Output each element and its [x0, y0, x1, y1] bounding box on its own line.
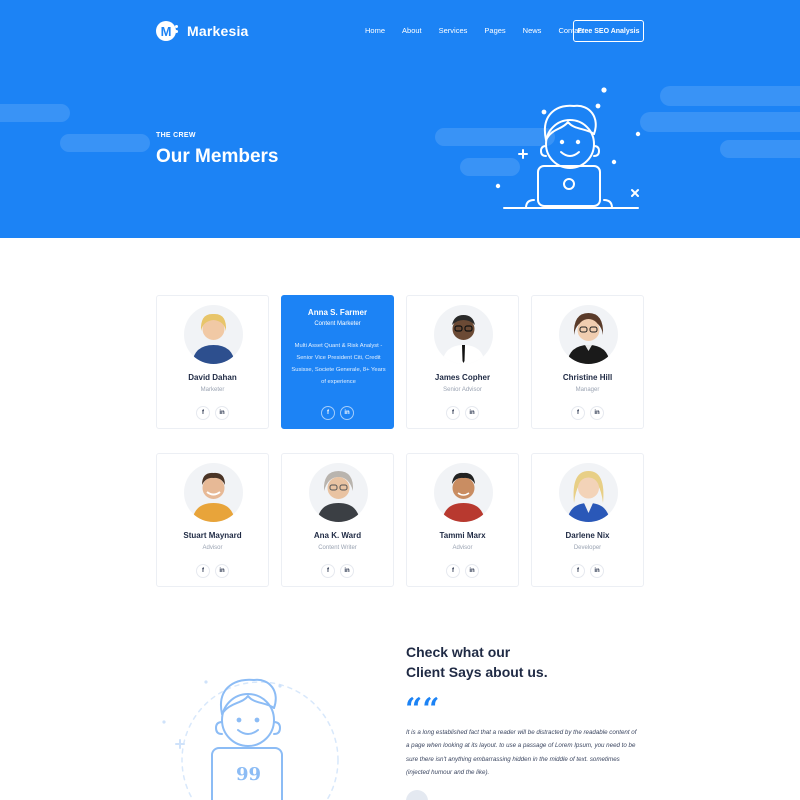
member-card[interactable]: Ana K. Ward Content Writer f in	[281, 453, 394, 587]
member-card[interactable]: Darlene Nix Developer f in	[531, 453, 644, 587]
developer-illustration-icon	[495, 87, 641, 209]
avatar	[406, 790, 428, 800]
nav-pages[interactable]: Pages	[484, 26, 505, 35]
facebook-icon[interactable]: f	[321, 564, 335, 578]
member-name: Christine Hill	[562, 373, 613, 382]
facebook-icon[interactable]: f	[571, 564, 585, 578]
linkedin-icon[interactable]: in	[590, 406, 604, 420]
member-role: Advisor	[452, 545, 473, 551]
linkedin-icon[interactable]: in	[340, 564, 354, 578]
member-card[interactable]: David Dahan Marketer f in	[156, 295, 269, 429]
facebook-icon[interactable]: f	[446, 406, 460, 420]
member-name: Anna S. Farmer	[307, 308, 368, 317]
nav-about[interactable]: About	[402, 26, 422, 35]
member-name: Darlene Nix	[565, 531, 610, 540]
member-role: Manager	[575, 387, 600, 393]
linkedin-icon[interactable]: in	[590, 564, 604, 578]
testimonial-text: It is a long established fact that a rea…	[406, 729, 637, 776]
cloud-decoration	[660, 86, 800, 106]
member-name: Tammi Marx	[439, 531, 486, 540]
facebook-icon[interactable]: f	[571, 406, 585, 420]
member-card[interactable]: Stuart Maynard Advisor f in	[156, 453, 269, 587]
facebook-icon[interactable]: f	[196, 406, 210, 420]
cloud-decoration	[640, 112, 800, 132]
nav-services[interactable]: Services	[439, 26, 468, 35]
facebook-icon[interactable]: f	[196, 564, 210, 578]
avatar	[434, 463, 493, 522]
nav-home[interactable]: Home	[365, 26, 385, 35]
cloud-decoration	[0, 104, 70, 122]
avatar	[559, 305, 618, 364]
avatar	[559, 463, 618, 522]
linkedin-icon[interactable]: in	[465, 564, 479, 578]
member-name: David Dahan	[188, 373, 237, 382]
hero-banner: M Markesia Home About Services Pages New…	[0, 0, 800, 238]
avatar	[184, 305, 243, 364]
logo-icon: M	[156, 21, 178, 41]
linkedin-icon[interactable]: in	[215, 406, 229, 420]
member-role: Senior Advisor	[443, 387, 482, 393]
member-role: Content Marketer	[314, 321, 361, 327]
facebook-icon[interactable]: f	[446, 564, 460, 578]
linkedin-icon[interactable]: in	[340, 406, 354, 420]
member-card-active[interactable]: Anna S. Farmer Content Marketer Multi As…	[281, 295, 394, 429]
member-name: James Copher	[434, 373, 491, 382]
client-illustration-icon: 99	[162, 678, 339, 800]
member-bio: Multi Asset Quant & Risk Analyst - Senio…	[291, 343, 386, 385]
cloud-decoration	[720, 140, 800, 158]
member-role: Content Writer	[318, 545, 357, 551]
hero-eyebrow: THE CREW	[156, 132, 196, 139]
member-card[interactable]: Christine Hill Manager f in	[531, 295, 644, 429]
member-name: Ana K. Ward	[313, 531, 362, 540]
member-role: Advisor	[202, 545, 223, 551]
member-card[interactable]: Tammi Marx Advisor f in	[406, 453, 519, 587]
page-title: Our Members	[156, 146, 279, 167]
free-seo-analysis-button[interactable]: Free SEO Analysis	[573, 20, 644, 42]
member-role: Marketer	[200, 387, 225, 393]
facebook-icon[interactable]: f	[321, 406, 335, 420]
testimonial-heading: Check what our Client Says about us.	[406, 644, 548, 680]
avatar	[309, 463, 368, 522]
cloud-decoration	[60, 134, 150, 152]
avatar	[434, 305, 493, 364]
top-navigation: M Markesia Home About Services Pages New…	[0, 0, 800, 62]
quote-icon: ““	[405, 692, 440, 727]
brand-name: Markesia	[187, 23, 249, 39]
member-role: Developer	[573, 545, 602, 551]
avatar	[184, 463, 243, 522]
linkedin-icon[interactable]: in	[215, 564, 229, 578]
member-name: Stuart Maynard	[183, 531, 242, 540]
member-card[interactable]: James Copher Senior Advisor f in	[406, 295, 519, 429]
nav-news[interactable]: News	[523, 26, 542, 35]
main-menu: Home About Services Pages News Contact	[365, 26, 601, 35]
brand-logo[interactable]: M Markesia	[156, 21, 249, 41]
svg-text:99: 99	[236, 764, 261, 785]
linkedin-icon[interactable]: in	[465, 406, 479, 420]
